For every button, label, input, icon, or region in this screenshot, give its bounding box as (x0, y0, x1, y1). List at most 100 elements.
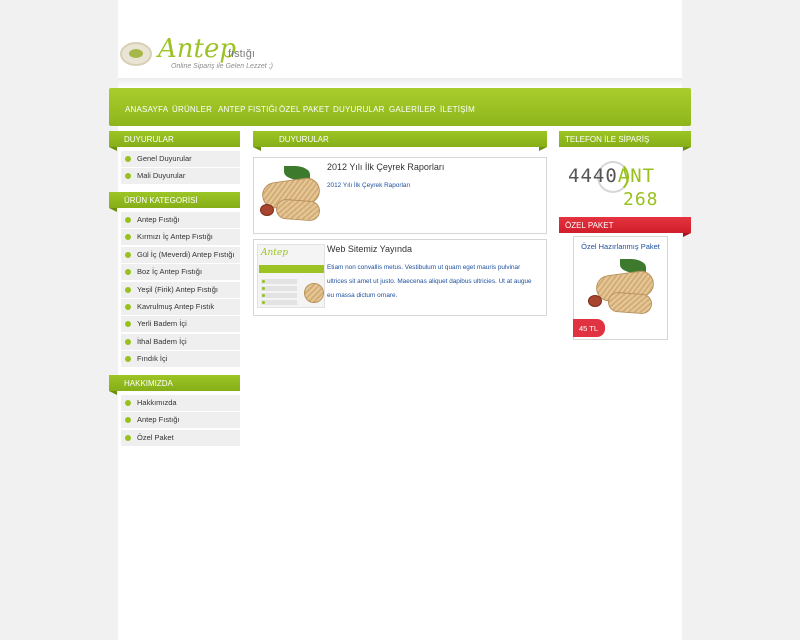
sidebar-item-category[interactable]: Yeşil (Firik) Antep Fıstığı (121, 281, 240, 298)
news-title[interactable]: Web Sitemiz Yayında (327, 244, 412, 254)
sidebar-item-label: Gül İç (Meverdi) Antep Fıstığı (137, 249, 235, 259)
sidebar-item-label: Yeşil (Firik) Antep Fıstığı (137, 284, 218, 294)
bullet-icon (125, 321, 131, 328)
sidebar-categories-list: Antep Fıstığı Kırmızı İç Antep Fıstığı G… (121, 212, 240, 369)
bullet-icon (125, 286, 131, 293)
sidebar-item-label: Yerli Badem İçi (137, 319, 187, 329)
nav-ozel-paket[interactable]: ÖZEL PAKET (279, 105, 329, 114)
sidebar-item-label: Antep Fıstığı (137, 415, 180, 425)
sidebar-item-label: Özel Paket (137, 432, 174, 442)
sidebar-item-hakkimizda[interactable]: Hakkımızda (121, 395, 240, 411)
thumbnail-line (261, 293, 297, 298)
phone-number[interactable]: 4440ANT 268 (566, 161, 666, 211)
ribbon-fold (109, 147, 117, 151)
peanut-image[interactable] (256, 162, 324, 228)
thumbnail-line (261, 286, 297, 291)
bullet-icon (125, 434, 131, 441)
bullet-icon (125, 303, 131, 310)
bullet-icon (125, 251, 131, 258)
sidebar-item-category[interactable]: Kavrulmuş Antep Fıstık (121, 298, 240, 315)
sidebar-item-label: Boz İç Antep Fıstığı (137, 267, 203, 277)
main-navigation: ANASAYFA ÜRÜNLER ANTEP FISTIĞI ÖZEL PAKE… (109, 88, 691, 126)
sidebar-item-label: Antep Fıstığı (137, 215, 180, 224)
peanut-shell (304, 283, 324, 303)
sidebar-item-label: Mali Duyurular (137, 171, 186, 181)
thumbnail-nav (259, 265, 324, 273)
peanut-shell (607, 291, 653, 315)
phone-part2: ANT (617, 165, 656, 187)
sidebar-item-label: Kavrulmuş Antep Fıstık (137, 301, 215, 311)
sidebar-item-category[interactable]: Fındık İçi (121, 351, 240, 368)
thumbnail-line (261, 279, 297, 284)
news-item: 2012 Yılı İlk Çeyrek Raporları 2012 Yılı… (253, 157, 547, 234)
phone-part1: 4440 (568, 165, 618, 187)
bullet-icon (125, 269, 131, 276)
peanut-shell (275, 198, 321, 222)
site-logo[interactable]: Antep fıstığı Online Sipariş ile Gelen L… (118, 34, 288, 76)
website-screenshot-thumbnail[interactable]: Antep (257, 244, 325, 308)
thumbnail-logo: Antep (261, 248, 288, 258)
sidebar-item-mali-duyurular[interactable]: Mali Duyurular (121, 168, 240, 185)
sidebar-announcements-title: DUYURULAR (124, 135, 174, 144)
nav-iletisim[interactable]: İLETİŞİM (440, 105, 475, 114)
nav-anasayfa[interactable]: ANASAYFA (125, 105, 168, 114)
peanut-kernel (260, 204, 274, 216)
sidebar-item-label: İthal Badem İçi (137, 336, 187, 346)
logo-main-text: Antep (158, 34, 236, 64)
sidebar-item-category[interactable]: Kırmızı İç Antep Fıstığı (121, 229, 240, 246)
sidebar-item-category[interactable]: Yerli Badem İçi (121, 316, 240, 333)
nav-antep-fistigi[interactable]: ANTEP FISTIĞI (218, 105, 277, 114)
main-section-header: DUYURULAR (253, 131, 547, 151)
header-divider (118, 78, 682, 88)
phone-order-title: TELEFON İLE SİPARİŞ (565, 135, 650, 144)
bullet-icon (125, 400, 131, 406)
sidebar-categories-header: ÜRÜN KATEGORİSİ (109, 192, 240, 212)
sidebar-item-category[interactable]: İthal Badem İçi (121, 333, 240, 350)
bullet-icon (125, 417, 131, 424)
bullet-icon (125, 338, 131, 345)
sidebar-item-genel-duyurular[interactable]: Genel Duyurular (121, 151, 240, 167)
phone-part3: 268 (623, 189, 659, 210)
pistachio-bowl-icon (120, 42, 152, 66)
logo-slogan: Online Sipariş ile Gelen Lezzet ;) (171, 63, 273, 70)
sidebar-item-label: Fındık İçi (137, 354, 168, 364)
price-badge: 45 TL (573, 319, 605, 337)
sidebar-item-category[interactable]: Gül İç (Meverdi) Antep Fıstığı (121, 246, 240, 263)
sidebar-item-ozel-paket[interactable]: Özel Paket (121, 429, 240, 446)
sidebar-announcements-header: DUYURULAR (109, 131, 240, 151)
sidebar-about-title: HAKKIMIZDA (124, 379, 173, 388)
sidebar-item-antep-fistigi[interactable]: Antep Fıstığı (121, 412, 240, 429)
nav-duyurular[interactable]: DUYURULAR (333, 105, 385, 114)
bullet-icon (125, 156, 131, 162)
news-body: Etiam non convallis metus. Vestibulum ut… (327, 264, 532, 299)
ribbon-fold (253, 147, 261, 151)
sidebar-about-list: Hakkımızda Antep Fıstığı Özel Paket (121, 395, 240, 447)
special-package-header: ÖZEL PAKET (559, 217, 691, 237)
phone-number-line1: 4440ANT (568, 165, 655, 187)
special-package-name[interactable]: Özel Hazırlanmış Paket (574, 242, 667, 251)
nav-galeriler[interactable]: GALERİLER (389, 105, 436, 114)
phone-order-header: TELEFON İLE SİPARİŞ (559, 131, 691, 151)
sidebar-categories-title: ÜRÜN KATEGORİSİ (124, 196, 198, 205)
ribbon-fold (683, 147, 691, 151)
bullet-icon (125, 217, 131, 223)
peanut-kernel (588, 295, 602, 307)
sidebar-about-header: HAKKIMIZDA (109, 375, 240, 395)
logo-sub-text: fıstığı (228, 48, 255, 60)
ribbon-fold (109, 208, 117, 212)
news-item: Antep Web Sitemiz Yayında Etiam non conv… (253, 239, 547, 316)
bullet-icon (125, 234, 131, 241)
ribbon-fold (683, 233, 691, 237)
bullet-icon (125, 173, 131, 180)
sidebar-item-label: Genel Duyurular (137, 154, 192, 163)
thumbnail-line (261, 300, 297, 305)
nav-urunler[interactable]: ÜRÜNLER (172, 105, 212, 114)
ribbon-fold (539, 147, 547, 151)
news-title[interactable]: 2012 Yılı İlk Çeyrek Raporları (327, 162, 444, 172)
sidebar-item-category[interactable]: Boz İç Antep Fıstığı (121, 264, 240, 281)
special-package-title: ÖZEL PAKET (565, 221, 614, 230)
news-body: 2012 Yılı İlk Çeyrek Raporları (327, 182, 411, 189)
sidebar-item-label: Kırmızı İç Antep Fıstığı (137, 232, 213, 242)
ribbon-fold (109, 391, 117, 395)
sidebar-item-category[interactable]: Antep Fıstığı (121, 212, 240, 228)
